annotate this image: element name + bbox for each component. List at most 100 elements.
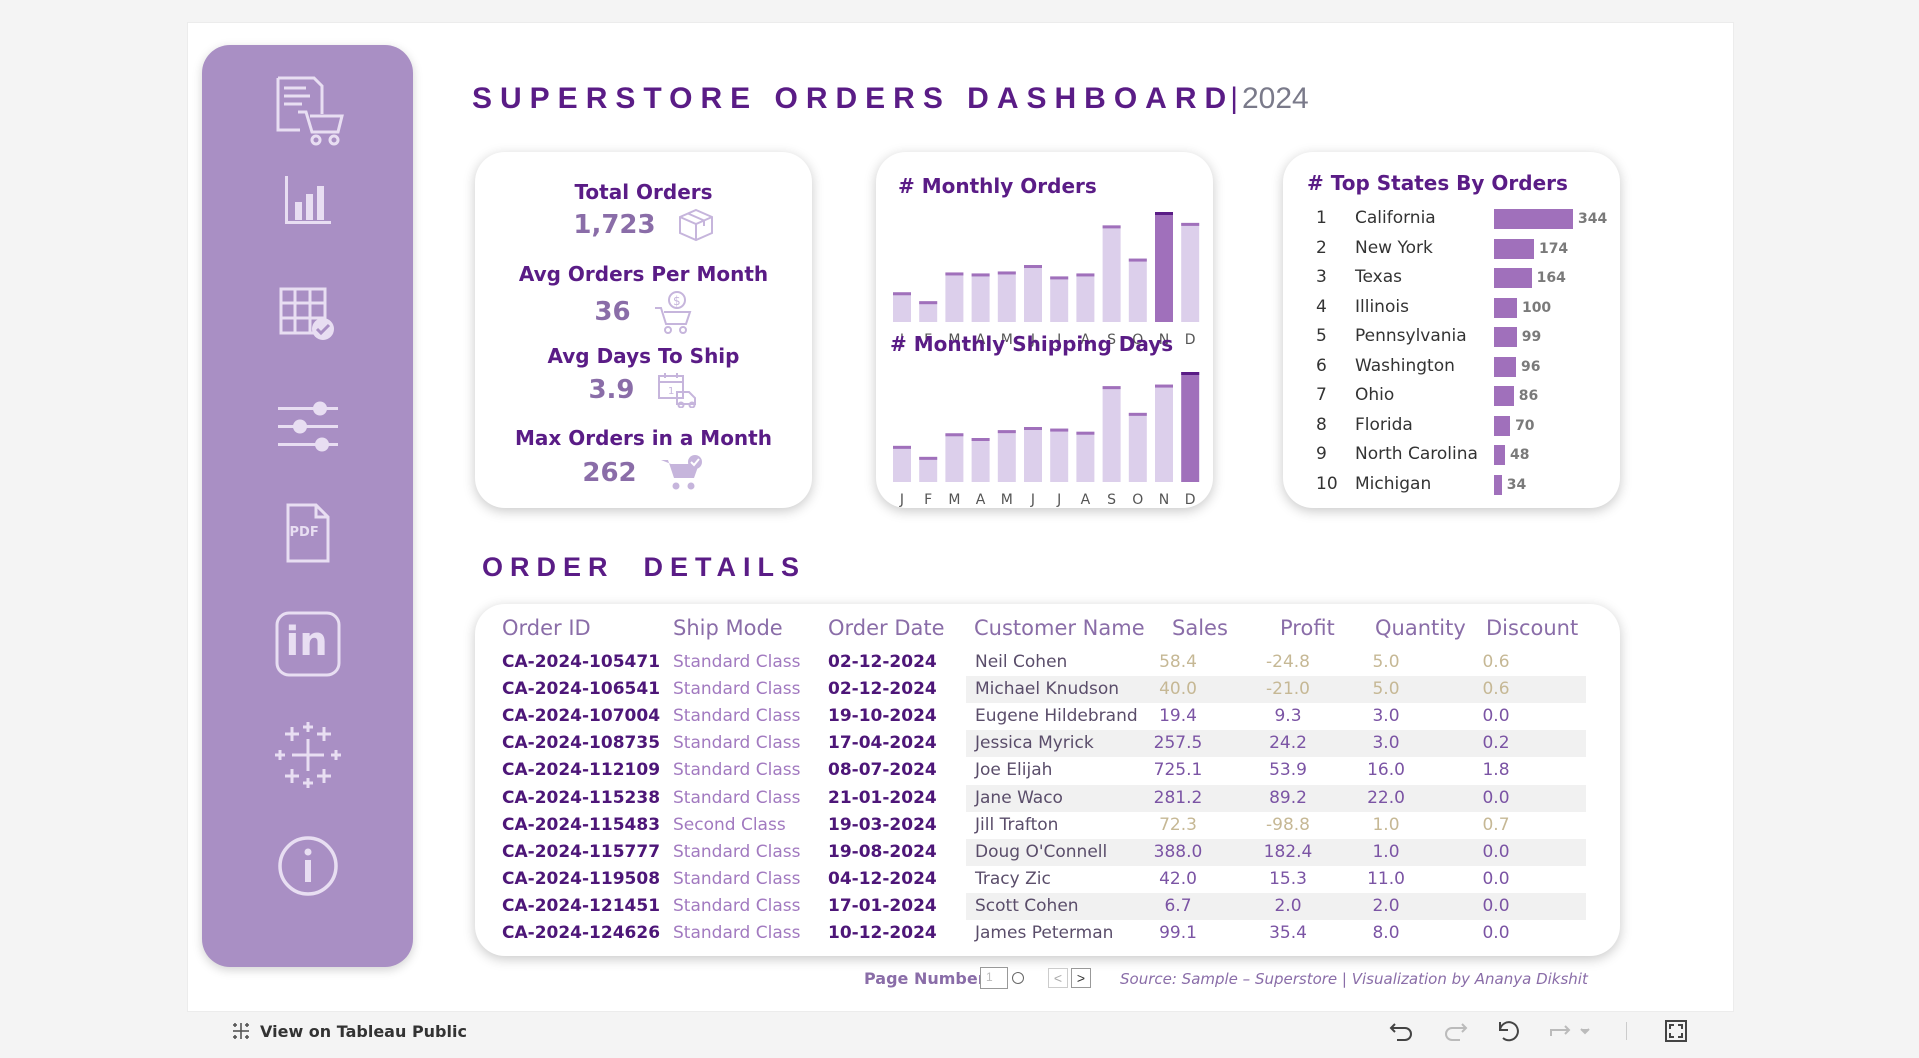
- cell-sales[interactable]: 58.4: [1133, 652, 1223, 672]
- state-bar[interactable]: [1494, 415, 1511, 436]
- bar-0[interactable]: [893, 445, 911, 482]
- bar-10[interactable]: [1155, 384, 1173, 482]
- cell-order-date[interactable]: 08-07-2024: [828, 760, 937, 780]
- state-bar[interactable]: [1494, 297, 1517, 318]
- cell-quantity[interactable]: 5.0: [1341, 679, 1431, 699]
- cell-profit[interactable]: 2.0: [1243, 896, 1333, 916]
- cell-customer-name[interactable]: Doug O'Connell: [975, 842, 1107, 862]
- table-check-icon[interactable]: [278, 285, 338, 345]
- cell-profit[interactable]: 89.2: [1243, 788, 1333, 808]
- cell-profit[interactable]: -24.8: [1243, 652, 1333, 672]
- cell-profit[interactable]: 9.3: [1243, 706, 1333, 726]
- cell-ship-mode[interactable]: Standard Class: [673, 679, 800, 699]
- cell-order-id[interactable]: CA-2024-106541: [502, 679, 660, 699]
- cell-quantity[interactable]: 3.0: [1341, 706, 1431, 726]
- redo-button[interactable]: [1440, 1018, 1470, 1044]
- cell-ship-mode[interactable]: Second Class: [673, 815, 786, 835]
- cell-discount[interactable]: 0.6: [1451, 679, 1541, 699]
- page-next-button[interactable]: >: [1071, 968, 1091, 988]
- bar-3[interactable]: [971, 438, 990, 482]
- cell-ship-mode[interactable]: Standard Class: [673, 788, 800, 808]
- cell-discount[interactable]: 0.0: [1451, 788, 1541, 808]
- cell-customer-name[interactable]: Michael Knudson: [975, 679, 1119, 699]
- cell-ship-mode[interactable]: Standard Class: [673, 760, 800, 780]
- cell-customer-name[interactable]: Scott Cohen: [975, 896, 1079, 916]
- tableau-icon[interactable]: [273, 720, 343, 790]
- table-row[interactable]: CA-2024-115238 Standard Class 21-01-2024 Ja…: [493, 784, 1586, 812]
- bar-1[interactable]: [919, 301, 938, 322]
- cell-order-id[interactable]: CA-2024-115483: [502, 815, 660, 835]
- cell-discount[interactable]: 1.8: [1451, 760, 1541, 780]
- cell-sales[interactable]: 257.5: [1133, 733, 1223, 753]
- undo-button[interactable]: [1387, 1018, 1417, 1044]
- bar-4[interactable]: [997, 430, 1016, 482]
- bar-9[interactable]: [1128, 258, 1147, 322]
- cell-customer-name[interactable]: Jill Trafton: [975, 815, 1058, 835]
- cell-order-id[interactable]: CA-2024-115238: [502, 788, 660, 808]
- state-bar[interactable]: [1494, 209, 1573, 229]
- view-on-tableau-link[interactable]: View on Tableau Public: [230, 1020, 467, 1042]
- state-bar[interactable]: [1494, 268, 1532, 288]
- cell-order-date[interactable]: 19-03-2024: [828, 815, 937, 835]
- cell-sales[interactable]: 99.1: [1133, 923, 1223, 943]
- col-header-discount[interactable]: Discount: [1486, 616, 1578, 640]
- state-row[interactable]: 2 New York 174: [1283, 234, 1620, 263]
- cell-ship-mode[interactable]: Standard Class: [673, 842, 800, 862]
- col-header-sales[interactable]: Sales: [1172, 616, 1228, 640]
- cell-profit[interactable]: 182.4: [1243, 842, 1333, 862]
- bar-6[interactable]: [1050, 276, 1069, 322]
- cart-receipt-icon[interactable]: [268, 71, 348, 151]
- cell-ship-mode[interactable]: Standard Class: [673, 733, 800, 753]
- bar-4[interactable]: [997, 271, 1016, 322]
- state-bar[interactable]: [1494, 386, 1514, 406]
- bar-8[interactable]: [1102, 386, 1121, 482]
- cell-quantity[interactable]: 22.0: [1341, 788, 1431, 808]
- cell-order-id[interactable]: CA-2024-115777: [502, 842, 660, 862]
- cell-customer-name[interactable]: Jessica Myrick: [975, 733, 1094, 753]
- cell-profit[interactable]: 15.3: [1243, 869, 1333, 889]
- cell-order-date[interactable]: 21-01-2024: [828, 788, 937, 808]
- cell-sales[interactable]: 725.1: [1133, 760, 1223, 780]
- page-number-input[interactable]: 1: [980, 967, 1008, 989]
- page-prev-button[interactable]: <: [1048, 968, 1068, 988]
- cell-quantity[interactable]: 1.0: [1341, 815, 1431, 835]
- cell-order-id[interactable]: CA-2024-108735: [502, 733, 660, 753]
- col-header-ship-mode[interactable]: Ship Mode: [673, 616, 783, 640]
- bar-3[interactable]: [971, 273, 990, 322]
- table-row[interactable]: CA-2024-106541 Standard Class 02-12-2024 Mi…: [493, 676, 1586, 704]
- pdf-icon[interactable]: PDF: [278, 501, 338, 565]
- bar-11[interactable]: [1181, 372, 1200, 482]
- bar-1[interactable]: [919, 456, 938, 482]
- cell-order-id[interactable]: CA-2024-105471: [502, 652, 660, 672]
- state-row[interactable]: 3 Texas 164: [1283, 263, 1620, 292]
- table-row[interactable]: CA-2024-115483 Second Class 19-03-2024 Jill…: [493, 812, 1586, 839]
- bar-2[interactable]: [945, 433, 964, 482]
- cell-order-id[interactable]: CA-2024-124626: [502, 923, 660, 943]
- bar-5[interactable]: [1024, 265, 1042, 322]
- cell-customer-name[interactable]: Tracy Zic: [975, 869, 1051, 889]
- col-header-order-date[interactable]: Order Date: [828, 616, 945, 640]
- cell-customer-name[interactable]: Eugene Hildebrand: [975, 706, 1138, 726]
- cell-discount[interactable]: 0.7: [1451, 815, 1541, 835]
- cell-customer-name[interactable]: Jane Waco: [975, 788, 1063, 808]
- page-slider-handle[interactable]: [1012, 972, 1024, 984]
- state-row[interactable]: 6 Washington 96: [1283, 352, 1620, 381]
- cell-quantity[interactable]: 1.0: [1341, 842, 1431, 862]
- cell-discount[interactable]: 0.6: [1451, 652, 1541, 672]
- cell-order-id[interactable]: CA-2024-107004: [502, 706, 660, 726]
- cell-order-date[interactable]: 10-12-2024: [828, 923, 937, 943]
- cell-order-date[interactable]: 17-04-2024: [828, 733, 937, 753]
- fullscreen-button[interactable]: [1661, 1018, 1691, 1044]
- bar-0[interactable]: [893, 292, 911, 322]
- cell-ship-mode[interactable]: Standard Class: [673, 923, 800, 943]
- cell-sales[interactable]: 42.0: [1133, 869, 1223, 889]
- state-row[interactable]: 9 North Carolina 48: [1283, 440, 1620, 469]
- cell-order-id[interactable]: CA-2024-119508: [502, 869, 660, 889]
- bar-2[interactable]: [945, 272, 964, 322]
- cell-quantity[interactable]: 8.0: [1341, 923, 1431, 943]
- state-row[interactable]: 10 Michigan 34: [1283, 470, 1620, 499]
- cell-ship-mode[interactable]: Standard Class: [673, 869, 800, 889]
- sliders-icon[interactable]: [275, 397, 341, 457]
- col-header-customer-name[interactable]: Customer Name: [974, 616, 1145, 640]
- col-header-profit[interactable]: Profit: [1280, 616, 1335, 640]
